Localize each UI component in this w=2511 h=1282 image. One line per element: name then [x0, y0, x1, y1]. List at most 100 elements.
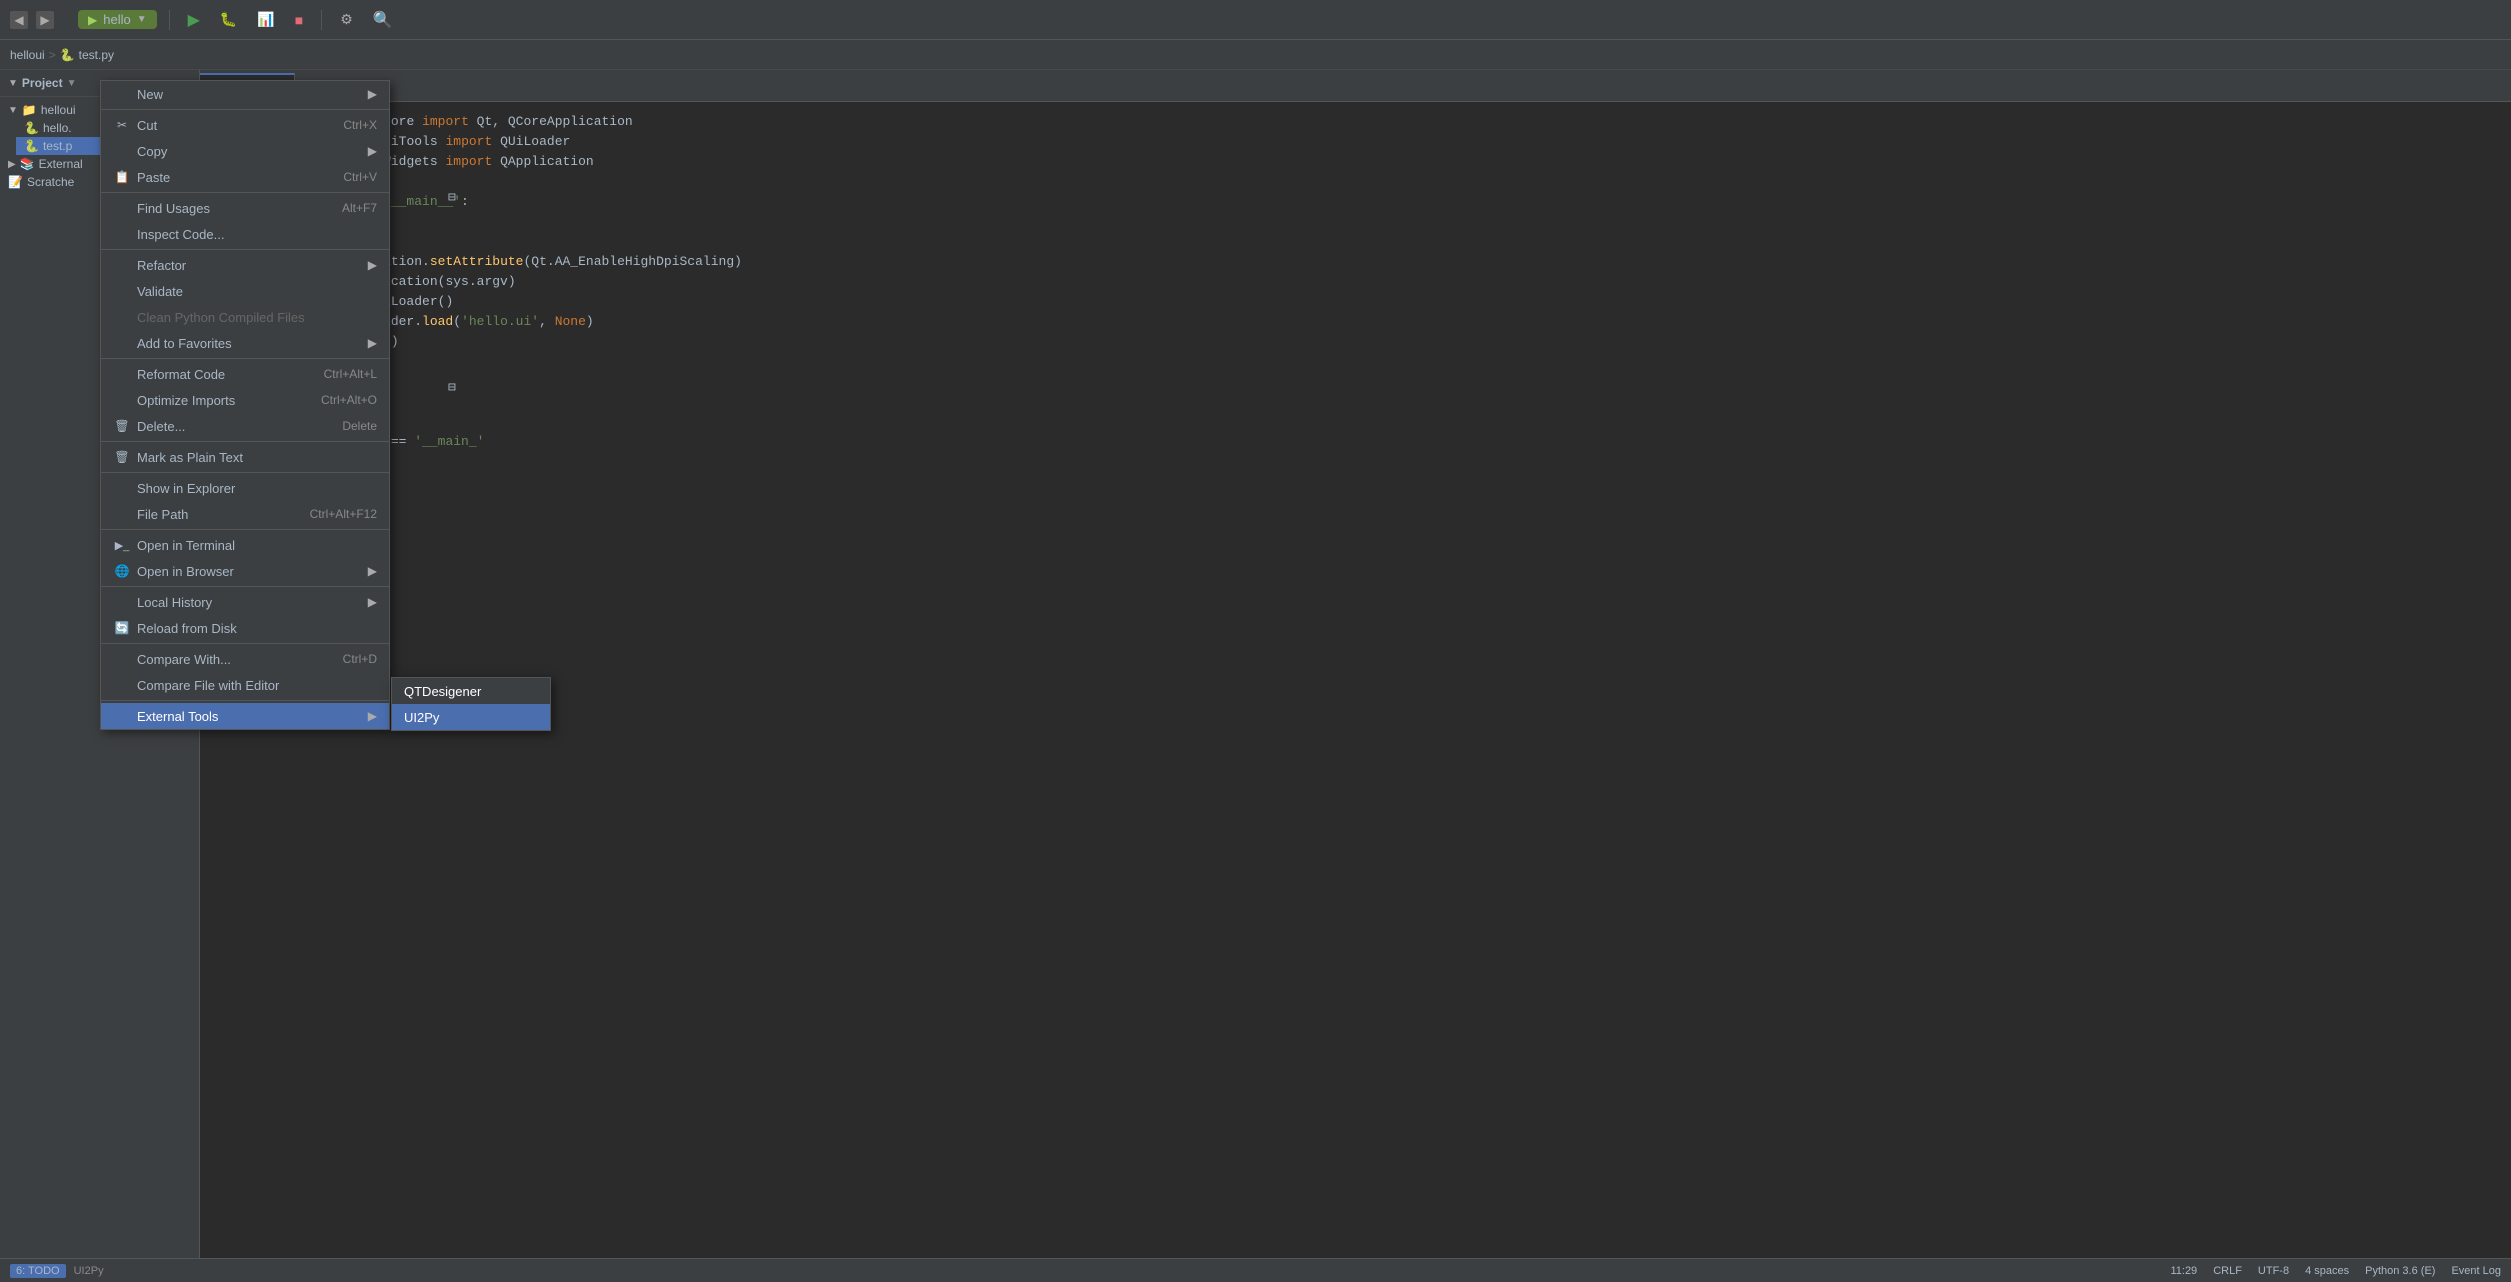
menu-item-local-history[interactable]: Local History ▶: [101, 589, 389, 615]
menu-item-reload[interactable]: 🔄 Reload from Disk: [101, 615, 389, 641]
reload-icon: 🔄: [113, 621, 131, 635]
menu-sep-10: [101, 700, 389, 701]
compare-with-shortcut: Ctrl+D: [343, 652, 377, 666]
sidebar-item-label: test.p: [43, 139, 72, 153]
menu-item-external-tools-label: External Tools: [137, 709, 360, 724]
menu-item-paste[interactable]: 📋 Paste Ctrl+V: [101, 164, 389, 190]
statusbar-spaces: 4 spaces: [2305, 1265, 2349, 1277]
menu-item-paste-label: Paste: [137, 170, 323, 185]
menu-item-validate[interactable]: Validate: [101, 278, 389, 304]
py-file-icon: 🐍: [24, 121, 39, 135]
py-file-icon2: 🐍: [24, 139, 39, 153]
statusbar-event-log[interactable]: Event Log: [2451, 1265, 2501, 1277]
fold-arrow-2: ⊟: [448, 378, 456, 398]
menu-item-reformat[interactable]: Reformat Code Ctrl+Alt+L: [101, 361, 389, 387]
menu-item-new[interactable]: New ▶: [101, 81, 389, 107]
menu-item-find-usages[interactable]: Find Usages Alt+F7: [101, 195, 389, 221]
code-line-14: 14: [200, 372, 2511, 392]
code-line-6: 6 import sys: [200, 212, 2511, 232]
menu-item-open-terminal[interactable]: ▶_ Open in Terminal: [101, 532, 389, 558]
favorites-submenu-arrow: ▶: [368, 336, 377, 350]
coverage-button[interactable]: 📊: [251, 9, 280, 30]
menu-item-validate-label: Validate: [137, 284, 377, 299]
run-config-dropdown-icon: ▼: [137, 14, 147, 25]
menu-item-compare-editor[interactable]: Compare File with Editor: [101, 672, 389, 698]
todo-button[interactable]: 6: TODO: [10, 1264, 66, 1278]
menu-item-copy[interactable]: Copy ▶: [101, 138, 389, 164]
reformat-shortcut: Ctrl+Alt+L: [324, 367, 377, 381]
menu-item-compare-editor-label: Compare File with Editor: [137, 678, 377, 693]
code-line-17: 17 if name == '__main_': [200, 432, 2511, 452]
menu-item-external-tools[interactable]: External Tools ▶ QTDesigener UI2Py: [101, 703, 389, 729]
menu-item-find-usages-label: Find Usages: [137, 201, 322, 216]
cut-icon: ✂: [113, 118, 131, 132]
menu-item-file-path-label: File Path: [137, 507, 290, 522]
back-button[interactable]: ◀: [10, 11, 28, 29]
refactor-submenu-arrow: ▶: [368, 258, 377, 272]
menu-item-refactor-label: Refactor: [137, 258, 360, 273]
run-button[interactable]: ▶: [182, 8, 206, 32]
menu-item-optimize[interactable]: Optimize Imports Ctrl+Alt+O: [101, 387, 389, 413]
menu-item-delete[interactable]: 🗑 Delete... Delete: [101, 413, 389, 439]
debug-button[interactable]: 🐛: [214, 9, 243, 30]
menu-item-compare-with[interactable]: Compare With... Ctrl+D: [101, 646, 389, 672]
local-history-submenu-arrow: ▶: [368, 595, 377, 609]
menu-item-open-browser[interactable]: 🌐 Open in Browser ▶: [101, 558, 389, 584]
menu-item-inspect[interactable]: Inspect Code...: [101, 221, 389, 247]
run-config-selector[interactable]: ▶ hello ▼: [78, 10, 157, 29]
sidebar-dropdown-icon: ▼: [67, 78, 77, 89]
browser-icon: 🌐: [113, 564, 131, 578]
menu-item-cut[interactable]: ✂ Cut Ctrl+X: [101, 112, 389, 138]
settings-button[interactable]: ⚙: [334, 9, 359, 30]
breadcrumb-separator: >: [49, 48, 56, 62]
menu-sep-8: [101, 586, 389, 587]
statusbar-left: 6: TODO UI2Py: [10, 1264, 104, 1278]
menu-item-mark-plain[interactable]: 🗑 Mark as Plain Text: [101, 444, 389, 470]
sidebar-item-label: helloui: [41, 103, 76, 117]
paste-shortcut: Ctrl+V: [343, 170, 377, 184]
breadcrumb-file[interactable]: test.py: [79, 48, 114, 62]
file-path-shortcut: Ctrl+Alt+F12: [310, 507, 377, 521]
toolbar-separator2: [321, 10, 322, 30]
delete-icon: 🗑: [113, 419, 131, 433]
menu-item-show-explorer[interactable]: Show in Explorer: [101, 475, 389, 501]
code-line-1: 1 from PySide6.QtCore import Qt, QCoreAp…: [200, 112, 2511, 132]
breadcrumb-file-icon: 🐍: [60, 48, 75, 62]
menu-item-inspect-label: Inspect Code...: [137, 227, 377, 242]
forward-button[interactable]: ▶: [36, 11, 54, 29]
sidebar-item-label: External: [39, 157, 83, 171]
menu-sep-3: [101, 249, 389, 250]
submenu-item-qtdesigner[interactable]: QTDesigener: [392, 678, 550, 704]
search-button[interactable]: 🔍: [367, 8, 399, 32]
menu-sep-7: [101, 529, 389, 530]
breadcrumb: helloui > 🐍 test.py: [0, 40, 2511, 70]
fold-arrow-1: ⊟: [448, 188, 456, 208]
code-line-5: 5 if __name__ == '__main__':: [200, 192, 2511, 212]
menu-item-refactor[interactable]: Refactor ▶: [101, 252, 389, 278]
breadcrumb-project[interactable]: helloui: [10, 48, 45, 62]
menu-item-cut-label: Cut: [137, 118, 323, 133]
menu-sep-2: [101, 192, 389, 193]
browser-submenu-arrow: ▶: [368, 564, 377, 578]
menu-item-optimize-label: Optimize Imports: [137, 393, 301, 408]
sidebar-item-label: Scratche: [27, 175, 74, 189]
menu-item-show-explorer-label: Show in Explorer: [137, 481, 377, 496]
external-tools-submenu-arrow: ▶: [368, 709, 377, 723]
code-line-3: 3 from PySide6.QtWidgets import QApplica…: [200, 152, 2511, 172]
stop-button[interactable]: ■: [289, 10, 309, 30]
statusbar: 6: TODO UI2Py 11:29 CRLF UTF-8 4 spaces …: [0, 1258, 2511, 1282]
run-config-icon: ▶: [88, 13, 97, 27]
menu-item-add-favorites[interactable]: Add to Favorites ▶: [101, 330, 389, 356]
sidebar-collapse-icon: ▼: [8, 78, 18, 89]
menu-sep-4: [101, 358, 389, 359]
menu-item-file-path[interactable]: File Path Ctrl+Alt+F12: [101, 501, 389, 527]
menu-item-add-favorites-label: Add to Favorites: [137, 336, 360, 351]
qtdesigner-label: QTDesigener: [404, 684, 538, 699]
statusbar-encoding: CRLF: [2213, 1265, 2242, 1277]
menu-item-new-label: New: [137, 87, 360, 102]
menu-item-reload-label: Reload from Disk: [137, 621, 377, 636]
copy-submenu-arrow: ▶: [368, 144, 377, 158]
sidebar-title: Project: [22, 76, 63, 90]
submenu-item-ui2py[interactable]: UI2Py: [392, 704, 550, 730]
external-tools-submenu: QTDesigener UI2Py: [391, 677, 551, 731]
